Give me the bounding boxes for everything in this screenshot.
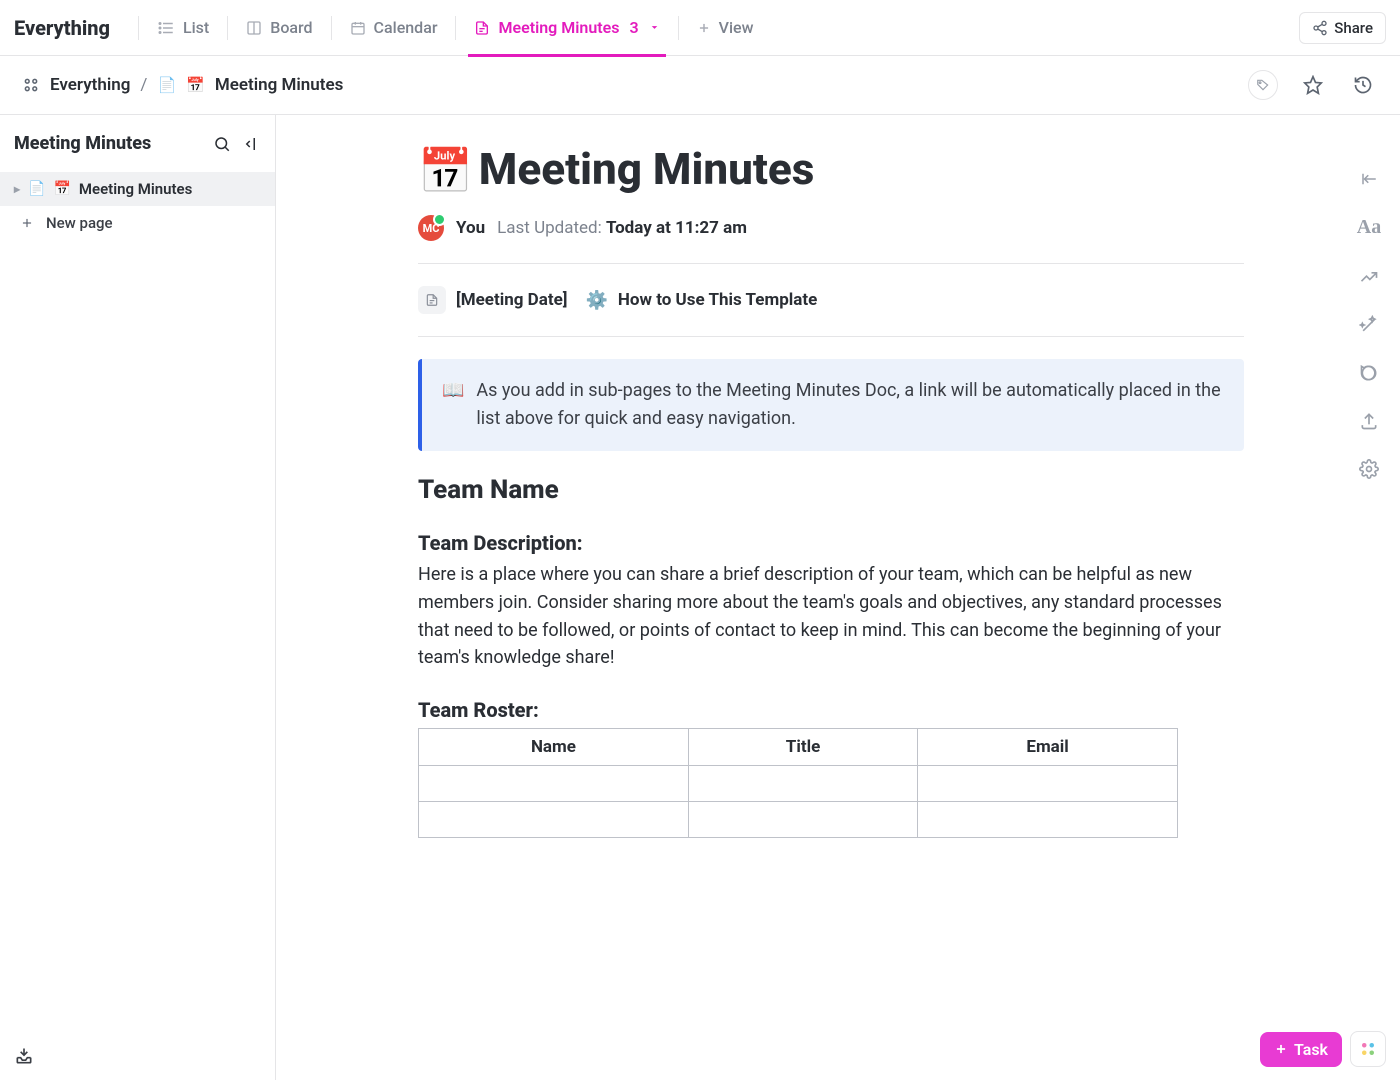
divider xyxy=(455,16,456,40)
tab-list-label: List xyxy=(183,18,209,37)
col-title[interactable]: Title xyxy=(688,729,917,766)
page-icon: 📄 xyxy=(157,76,176,94)
floating-actions: Task xyxy=(1260,1031,1386,1067)
subpage-link-howto[interactable]: ⚙️ How to Use This Template xyxy=(585,290,817,311)
sidebar: Meeting Minutes ▸ 📄 📅 Meeting Minutes Ne… xyxy=(0,115,276,1080)
wand-icon[interactable] xyxy=(1359,315,1379,335)
tab-meeting-minutes[interactable]: Meeting Minutes 3 xyxy=(468,0,665,56)
share-button[interactable]: Share xyxy=(1299,12,1386,44)
star-button[interactable] xyxy=(1298,70,1328,100)
typography-icon[interactable]: Aa xyxy=(1357,216,1381,239)
tab-board[interactable]: Board xyxy=(240,0,318,56)
grid-icon xyxy=(22,76,40,94)
divider xyxy=(418,336,1244,337)
divider xyxy=(331,16,332,40)
heading-team-name[interactable]: Team Name xyxy=(418,475,1244,505)
tab-active-label: Meeting Minutes xyxy=(498,18,619,37)
sidebar-new-page-label: New page xyxy=(46,214,113,232)
comment-icon[interactable] xyxy=(1359,363,1379,383)
doc-emoji[interactable]: 📅 xyxy=(418,145,473,193)
roster-table[interactable]: Name Title Email xyxy=(418,728,1178,838)
book-icon: 📖 xyxy=(442,377,464,433)
avatar[interactable]: MC xyxy=(418,215,444,241)
share-icon xyxy=(1312,20,1328,36)
tab-list[interactable]: List xyxy=(151,0,215,56)
calendar-emoji-icon: 📅 xyxy=(53,181,70,197)
team-description-text[interactable]: Here is a place where you can share a br… xyxy=(418,561,1244,673)
callout-text: As you add in sub-pages to the Meeting M… xyxy=(476,377,1224,433)
upload-icon[interactable] xyxy=(1359,411,1379,431)
plus-icon xyxy=(1274,1042,1288,1056)
tab-calendar-label: Calendar xyxy=(374,18,438,37)
chevron-down-icon xyxy=(649,22,660,33)
divider xyxy=(678,16,679,40)
divider xyxy=(418,263,1244,264)
gear-icon[interactable] xyxy=(1359,459,1379,479)
sidebar-item-meeting-minutes[interactable]: ▸ 📄 📅 Meeting Minutes xyxy=(0,172,275,206)
indent-icon[interactable] xyxy=(1358,170,1380,188)
col-email[interactable]: Email xyxy=(918,729,1178,766)
heading-team-roster[interactable]: Team Roster: xyxy=(418,698,1244,722)
history-button[interactable] xyxy=(1348,70,1378,100)
author-label: You xyxy=(456,218,485,238)
callout-info[interactable]: 📖 As you add in sub-pages to the Meeting… xyxy=(418,359,1244,451)
share-label: Share xyxy=(1334,19,1373,37)
new-task-label: Task xyxy=(1294,1040,1328,1059)
subpage-links: [Meeting Date] ⚙️ How to Use This Templa… xyxy=(418,286,1244,314)
subpage-link-meeting-date[interactable]: [Meeting Date] xyxy=(418,286,567,314)
board-icon xyxy=(246,20,262,36)
search-icon[interactable] xyxy=(213,135,231,153)
tab-add-view[interactable]: View xyxy=(691,0,760,56)
gear-icon: ⚙️ xyxy=(585,290,607,311)
tab-active-count: 3 xyxy=(629,18,638,37)
topbar: Everything List Board Calendar Meeting M… xyxy=(0,0,1400,56)
new-task-button[interactable]: Task xyxy=(1260,1032,1342,1067)
table-header-row: Name Title Email xyxy=(419,729,1178,766)
page-icon: 📄 xyxy=(28,181,45,197)
collapse-sidebar-icon[interactable] xyxy=(243,135,261,153)
calendar-icon xyxy=(350,20,366,36)
page-title[interactable]: Meeting Minutes xyxy=(479,143,815,195)
sidebar-item-label: Meeting Minutes xyxy=(79,180,192,198)
last-updated: Last Updated: Today at 11:27 am xyxy=(497,218,747,238)
doc-icon xyxy=(418,286,446,314)
chevron-right-icon: ▸ xyxy=(14,182,20,196)
apps-button[interactable] xyxy=(1350,1031,1386,1067)
sidebar-new-page[interactable]: New page xyxy=(0,206,275,240)
plus-icon xyxy=(14,216,34,230)
workspace-brand[interactable]: Everything xyxy=(14,16,110,40)
breadcrumb-root[interactable]: Everything xyxy=(50,75,130,95)
spark-icon[interactable] xyxy=(1359,267,1379,287)
document-editor[interactable]: 📅 Meeting Minutes MC You Last Updated: T… xyxy=(276,115,1400,1080)
col-name[interactable]: Name xyxy=(419,729,689,766)
calendar-emoji-icon: 📅 xyxy=(186,76,205,94)
plus-icon xyxy=(697,21,711,35)
table-row[interactable] xyxy=(419,802,1178,838)
divider xyxy=(138,16,139,40)
breadcrumb-doc[interactable]: Meeting Minutes xyxy=(215,75,344,95)
breadcrumb: Everything / 📄 📅 Meeting Minutes xyxy=(0,56,1400,115)
inbox-icon[interactable] xyxy=(14,1046,261,1066)
tab-view-label: View xyxy=(719,18,754,37)
heading-team-description[interactable]: Team Description: xyxy=(418,531,1244,555)
list-icon xyxy=(157,19,175,37)
tab-board-label: Board xyxy=(270,18,312,37)
tab-calendar[interactable]: Calendar xyxy=(344,0,444,56)
table-row[interactable] xyxy=(419,766,1178,802)
tag-button[interactable] xyxy=(1248,70,1278,100)
divider xyxy=(227,16,228,40)
breadcrumb-separator: / xyxy=(140,75,147,95)
doc-icon xyxy=(474,19,490,37)
right-rail: Aa xyxy=(1346,170,1392,479)
sidebar-title: Meeting Minutes xyxy=(14,133,151,154)
